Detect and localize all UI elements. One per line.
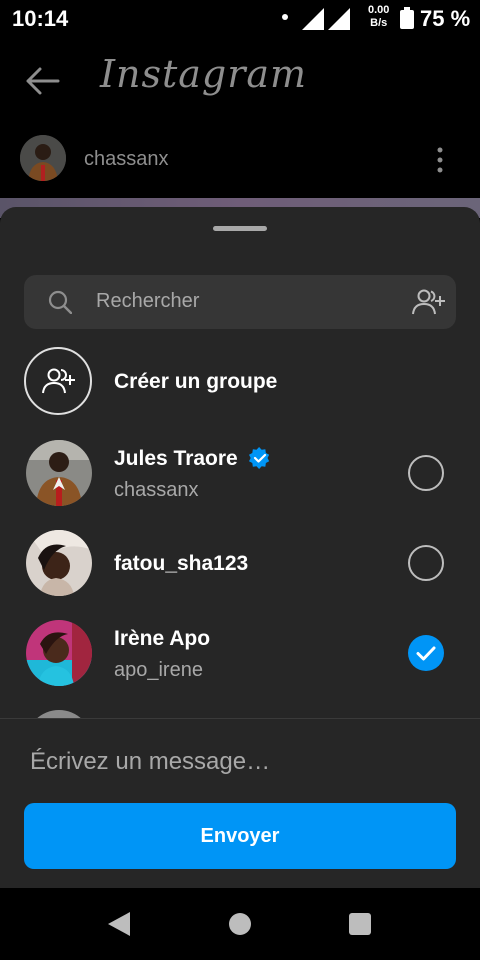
- select-radio[interactable]: [408, 545, 444, 581]
- contact-name: fatou_sha123: [114, 552, 249, 575]
- add-people-icon[interactable]: [410, 287, 448, 317]
- search-placeholder: Rechercher: [96, 290, 200, 312]
- status-bar: 10:14 0.00 B/s 75 %: [0, 0, 480, 40]
- network-speed-unit: B/s: [370, 17, 388, 29]
- drag-handle[interactable]: [213, 226, 267, 231]
- avatar[interactable]: [26, 440, 92, 506]
- battery-level: 75 %: [420, 6, 471, 31]
- nav-recents-icon[interactable]: [349, 913, 371, 935]
- back-arrow-icon[interactable]: [24, 66, 60, 96]
- status-time: 10:14: [12, 6, 69, 31]
- contact-name: Jules Traore: [114, 447, 238, 470]
- create-group-label[interactable]: Créer un groupe: [114, 370, 277, 394]
- search-icon: [48, 290, 72, 314]
- network-speed: 0.00 B/s: [368, 4, 389, 30]
- send-button[interactable]: Envoyer: [24, 803, 456, 869]
- network-speed-value: 0.00: [368, 4, 390, 16]
- more-options-icon[interactable]: [436, 146, 444, 174]
- search-input[interactable]: Rechercher: [24, 275, 456, 329]
- select-radio[interactable]: [408, 455, 444, 491]
- contact-username: chassanx: [114, 479, 199, 501]
- add-group-icon: [42, 368, 75, 394]
- notification-dot-icon: [282, 14, 288, 20]
- profile-username[interactable]: chassanx: [84, 148, 169, 171]
- avatar[interactable]: [26, 530, 92, 596]
- contact-name: Irène Apo: [114, 627, 211, 650]
- avatar[interactable]: [26, 620, 92, 686]
- contact-username: apo_irene: [114, 659, 203, 681]
- checkmark-icon: [416, 646, 436, 661]
- nav-home-icon[interactable]: [229, 913, 251, 935]
- navigation-bar: [0, 888, 480, 960]
- signal-icon: [302, 8, 324, 30]
- divider: [0, 718, 480, 719]
- verified-badge-icon: [249, 447, 270, 469]
- battery-icon: [400, 7, 414, 29]
- message-input[interactable]: Écrivez un message…: [30, 748, 270, 776]
- app-header: Instagram chassanx: [0, 40, 480, 198]
- share-sheet: Rechercher Créer un groupe Jules Traore …: [0, 207, 480, 888]
- signal-icon: [328, 8, 350, 30]
- nav-back-icon[interactable]: [108, 912, 130, 936]
- select-radio-checked[interactable]: [408, 635, 444, 671]
- avatar[interactable]: [20, 135, 66, 181]
- create-group-button[interactable]: [24, 347, 92, 415]
- instagram-logo: Instagram: [100, 52, 308, 96]
